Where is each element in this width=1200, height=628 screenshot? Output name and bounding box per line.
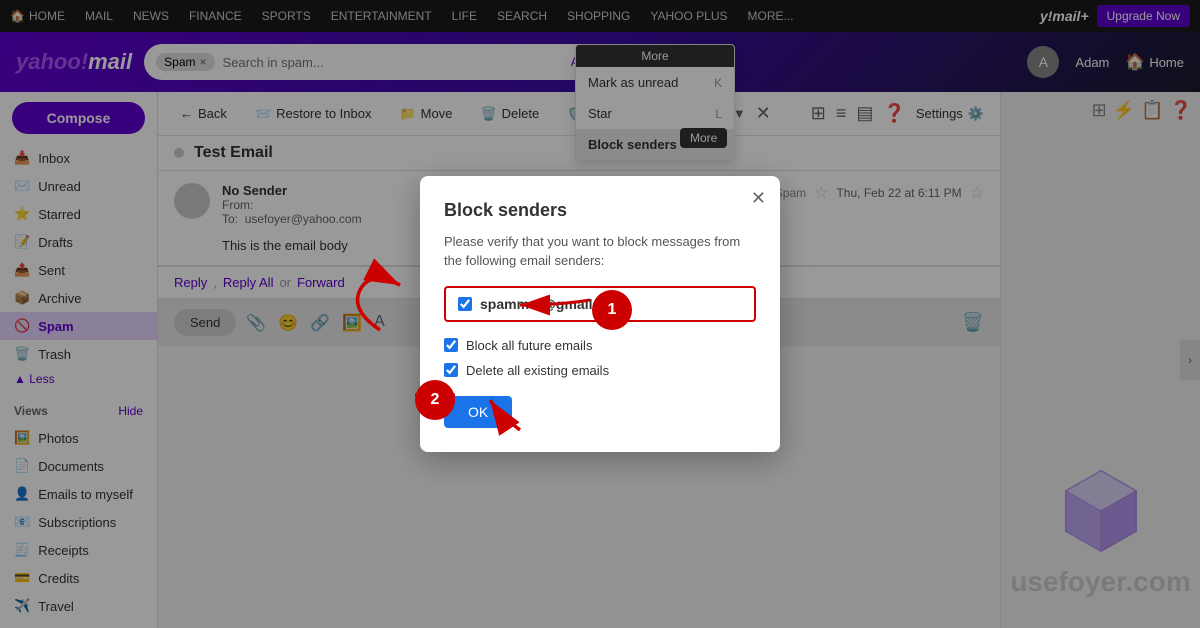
modal-close-button[interactable]: ✕ [751,188,766,209]
delete-existing-emails-checkbox[interactable] [444,363,458,377]
block-future-emails-checkbox[interactable] [444,338,458,352]
delete-existing-label: Delete all existing emails [466,363,609,378]
delete-existing-emails-row: Delete all existing emails [444,363,756,378]
modal-description: Please verify that you want to block mes… [444,233,756,269]
annotation-circle-2: 2 [415,380,455,420]
block-future-emails-row: Block all future emails [444,338,756,353]
annotation-circle-1: 1 [592,290,632,330]
email-checkbox[interactable] [458,297,472,311]
modal-title: Block senders [444,200,756,221]
block-future-label: Block all future emails [466,338,592,353]
